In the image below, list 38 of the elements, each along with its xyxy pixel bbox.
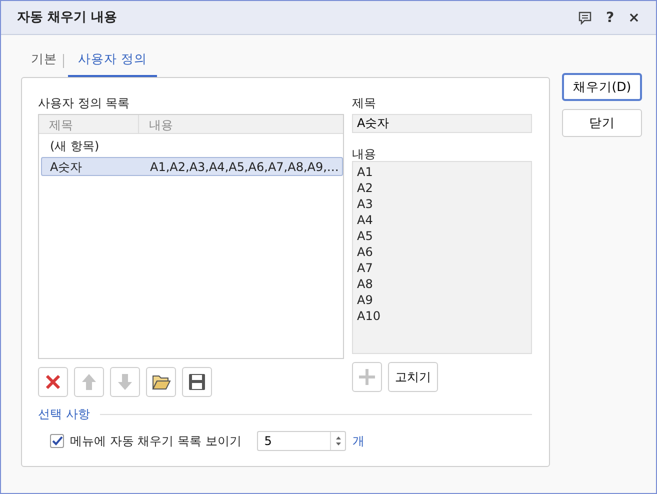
delete-button[interactable]	[38, 367, 68, 397]
list-label: 사용자 정의 목록	[38, 95, 131, 112]
count-spinner[interactable]: 5	[257, 431, 346, 451]
comment-icon[interactable]	[578, 10, 592, 24]
text-line: A10	[357, 308, 382, 324]
content-field[interactable]: A1 A2 A3 A4 A5 A6 A7 A8 A9 A10	[352, 161, 532, 354]
text-line: A2	[357, 180, 374, 196]
delete-icon	[43, 372, 63, 392]
save-icon	[187, 372, 207, 392]
down-arrow-icon	[115, 372, 135, 392]
dialog-button[interactable]: 채우기(D)	[562, 73, 642, 101]
open-button[interactable]	[146, 367, 176, 397]
close-button[interactable]: ×	[622, 10, 646, 24]
title-field[interactable]: A숫자	[352, 114, 532, 133]
checkbox[interactable]	[50, 434, 64, 448]
save-button[interactable]	[182, 367, 212, 397]
dialog-button[interactable]: 닫기	[562, 109, 642, 137]
tab[interactable]: 기본	[29, 44, 59, 77]
field-label: 내용	[352, 146, 377, 161]
section-heading: 선택 사항	[38, 406, 90, 423]
text-line: A6	[357, 244, 374, 260]
plus-icon	[358, 368, 376, 386]
checkbox-label: 메뉴에 자동 채우기 목록 보이기	[70, 433, 242, 450]
edit-button[interactable]: 고치기	[388, 362, 438, 392]
text-line: A7	[357, 260, 374, 276]
text-line: A3	[357, 196, 374, 212]
text-line: A8	[357, 276, 374, 292]
window-title: 자동 채우기 내용	[17, 8, 118, 27]
text-line: A9	[357, 292, 374, 308]
text-line: A5	[357, 228, 374, 244]
text-line: A4	[357, 212, 374, 228]
list-row[interactable]: A숫자 A1,A2,A3,A4,A5,A6,A7,A8,A9,…	[41, 157, 343, 176]
unit-label: 개	[352, 433, 364, 450]
list-row[interactable]: (새 항목)	[41, 136, 343, 155]
text-line: A1	[357, 164, 374, 180]
field-label: 제목	[352, 95, 377, 112]
up-arrow-icon	[79, 372, 99, 392]
help-button[interactable]: ?	[598, 10, 622, 24]
